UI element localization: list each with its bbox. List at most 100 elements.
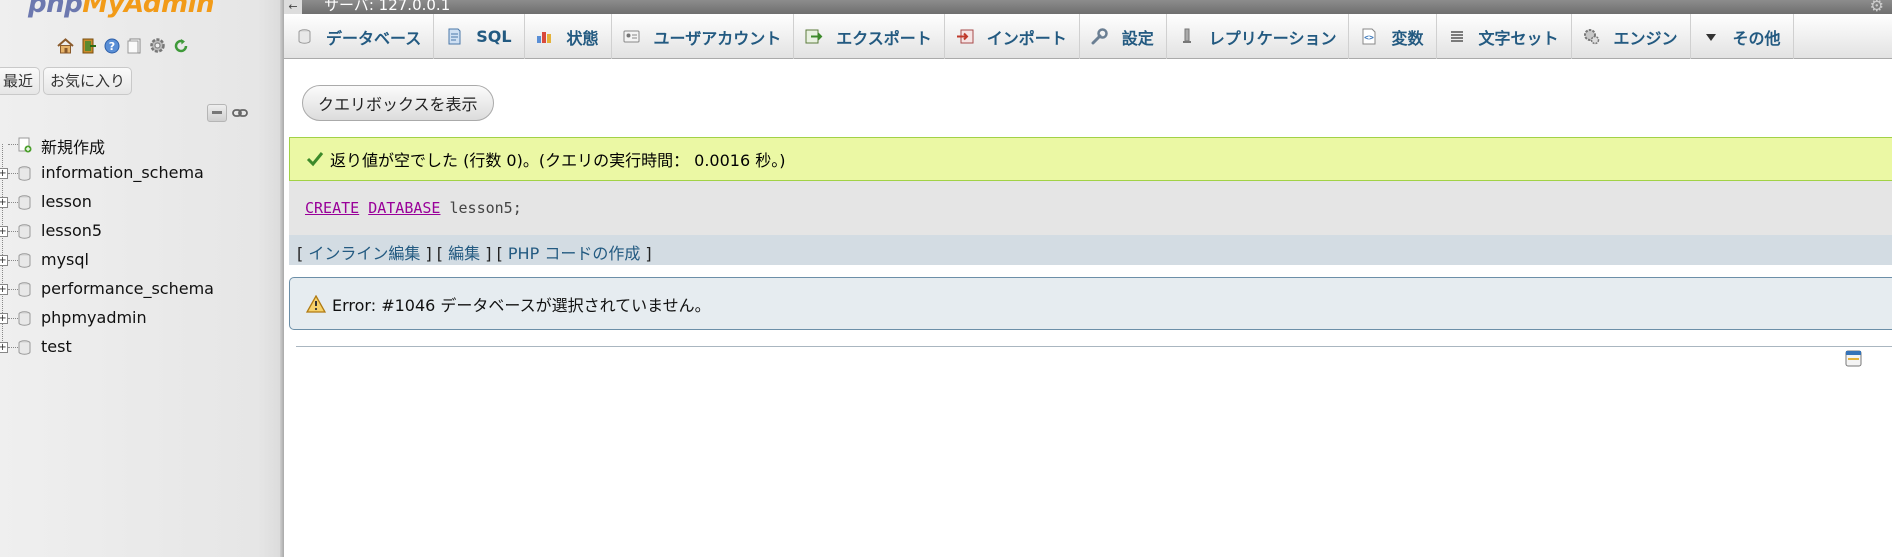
svg-text:?: ? — [108, 40, 114, 53]
gear-icon[interactable]: ⚙ — [1870, 0, 1884, 15]
tab-variables[interactable]: <> 変数 — [1349, 14, 1437, 59]
variables-icon: <> — [1359, 28, 1379, 46]
phpmyadmin-logo[interactable]: phpMyAdmin — [28, 0, 215, 19]
expand-icon[interactable]: + — [0, 284, 8, 295]
warning-icon — [306, 294, 326, 313]
svg-text:<>: <> — [1365, 33, 1375, 42]
docs-icon[interactable] — [125, 36, 144, 55]
tab-settings[interactable]: 設定 — [1080, 14, 1167, 59]
collapse-all-button[interactable] — [207, 104, 227, 122]
database-icon — [18, 224, 31, 239]
tab-charsets[interactable]: 文字セット — [1437, 14, 1572, 59]
help-icon[interactable]: ? — [102, 36, 121, 55]
inline-edit-link[interactable]: インライン編集 — [308, 244, 420, 263]
sql-action-links: [ インライン編集 ] [ 編集 ] [ PHP コードの作成 ] — [289, 235, 1892, 265]
create-php-code-link[interactable]: PHP コードの作成 — [508, 244, 640, 263]
expand-icon[interactable]: + — [0, 342, 8, 353]
logo-php: php — [28, 0, 83, 19]
tree-item-label: phpmyadmin — [41, 308, 147, 327]
tree-item-label: mysql — [41, 250, 89, 269]
show-query-box-button[interactable]: クエリボックスを表示 — [302, 85, 494, 121]
breadcrumb-server[interactable]: サーバ: 127.0.0.1 — [324, 0, 450, 15]
tree-item-performance-schema[interactable]: + performance_schema — [0, 275, 280, 304]
sql-keyword-create[interactable]: CREATE — [305, 199, 359, 217]
expand-icon[interactable]: + — [0, 313, 8, 324]
tab-label: 状態 — [566, 28, 599, 48]
tree-item-test[interactable]: + test — [0, 333, 280, 362]
tab-import[interactable]: インポート — [945, 14, 1080, 59]
wrench-icon — [1090, 28, 1110, 46]
reload-icon[interactable] — [171, 36, 190, 55]
expand-icon[interactable]: + — [0, 226, 8, 237]
tree-controls — [207, 104, 250, 122]
success-message: 返り値が空でした (行数 0)。(クエリの実行時間： 0.0016 秒。) — [289, 137, 1892, 181]
expand-icon[interactable]: + — [0, 168, 8, 179]
error-message: Error: #1046 データベースが選択されていません。 — [289, 277, 1892, 330]
export-icon — [804, 28, 824, 46]
engine-icon — [1582, 28, 1602, 46]
tab-label: レプリケーション — [1208, 28, 1337, 48]
bracket: ] [ — [425, 244, 444, 263]
chevron-down-icon — [1701, 28, 1721, 46]
replication-icon — [1177, 28, 1197, 46]
tree-item-phpmyadmin[interactable]: + phpmyadmin — [0, 304, 280, 333]
sql-keyword-database[interactable]: DATABASE — [368, 199, 440, 217]
tree-item-label: information_schema — [41, 163, 204, 182]
tree-item-lesson5[interactable]: + lesson5 — [0, 217, 280, 246]
server-breadcrumb-bar: ← サーバ: 127.0.0.1 ⚙ — [284, 0, 1892, 15]
main-content: クエリボックスを表示 返り値が空でした (行数 0)。(クエリの実行時間： 0.… — [284, 60, 1892, 557]
settings-icon[interactable] — [148, 36, 167, 55]
tree-item-label: performance_schema — [41, 279, 214, 298]
database-tree: 新規作成 + information_schema + lesson + les… — [0, 130, 280, 362]
tab-replication[interactable]: レプリケーション — [1167, 14, 1350, 59]
edit-link[interactable]: 編集 — [448, 244, 480, 263]
expand-icon[interactable]: + — [0, 197, 8, 208]
tree-item-label: lesson5 — [41, 221, 103, 240]
tab-label: SQL — [476, 27, 512, 46]
status-icon — [535, 28, 555, 46]
tree-item-label: 新規作成 — [41, 138, 106, 157]
bracket: [ — [297, 244, 304, 263]
users-icon — [622, 28, 642, 46]
tab-sql[interactable]: SQL — [434, 14, 525, 59]
tab-engines[interactable]: エンジン — [1572, 14, 1691, 59]
divider — [296, 346, 1892, 347]
link-with-main-icon[interactable] — [230, 104, 250, 122]
sql-identifier: lesson5; — [449, 199, 522, 217]
main-menu: データベース SQL 状態 ユーザアカウント エクスポート インポート 設定 レ… — [284, 14, 1892, 59]
tree-item-lesson[interactable]: + lesson — [0, 188, 280, 217]
database-icon — [18, 166, 31, 181]
checkmark-icon — [306, 152, 324, 167]
logo-myadmin: MyAdmin — [82, 0, 215, 19]
home-icon[interactable] — [56, 36, 75, 55]
tab-status[interactable]: 状態 — [525, 14, 612, 59]
tab-more[interactable]: その他 — [1691, 14, 1794, 59]
nav-tabs: 最近 お気に入り — [0, 67, 133, 95]
bracket: ] — [645, 244, 652, 263]
database-icon — [294, 28, 314, 46]
tab-export[interactable]: エクスポート — [794, 14, 945, 59]
success-text: 返り値が空でした (行数 0)。(クエリの実行時間： 0.0016 秒。) — [330, 151, 786, 170]
import-icon — [955, 28, 975, 46]
tab-user-accounts[interactable]: ユーザアカウント — [612, 14, 795, 59]
back-arrow-icon[interactable]: ← — [284, 0, 302, 14]
error-text: Error: #1046 データベースが選択されていません。 — [332, 295, 711, 315]
tab-label: その他 — [1732, 28, 1781, 48]
tab-label: エンジン — [1613, 28, 1678, 48]
tree-item-mysql[interactable]: + mysql — [0, 246, 280, 275]
tree-item-new[interactable]: 新規作成 — [0, 130, 280, 159]
bracket: ] [ — [485, 244, 503, 263]
tab-databases[interactable]: データベース — [284, 14, 435, 59]
navigation-panel: phpMyAdmin ? 最近 お気に入り 新規作成 + information… — [0, 0, 280, 557]
database-icon — [18, 282, 31, 297]
tab-favorites[interactable]: お気に入り — [43, 67, 133, 95]
console-icon[interactable] — [1845, 350, 1862, 367]
tab-label: 設定 — [1121, 28, 1154, 48]
tab-recent[interactable]: 最近 — [0, 67, 41, 95]
tab-label: 文字セット — [1478, 28, 1559, 48]
tree-item-information-schema[interactable]: + information_schema — [0, 159, 280, 188]
sql-icon — [444, 28, 464, 46]
new-database-icon — [18, 137, 32, 153]
exit-icon[interactable] — [79, 36, 98, 55]
expand-icon[interactable]: + — [0, 255, 8, 266]
